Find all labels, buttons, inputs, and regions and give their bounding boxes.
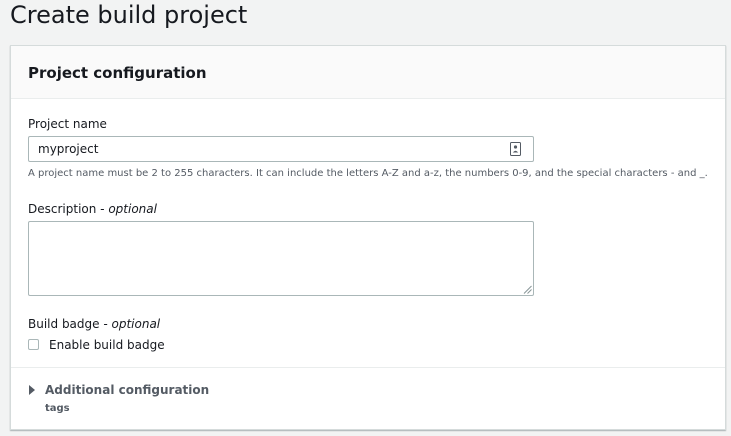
project-configuration-panel: Project configuration Project name A pro…: [10, 45, 726, 430]
description-label-text: Description: [28, 202, 97, 216]
resize-grip-icon[interactable]: [523, 285, 532, 294]
enable-build-badge-label[interactable]: Enable build badge: [49, 337, 165, 353]
contact-card-icon[interactable]: [510, 142, 521, 156]
enable-build-badge-checkbox[interactable]: [28, 339, 39, 350]
build-badge-label-text: Build badge: [28, 317, 100, 331]
build-badge-label: Build badge - optional: [28, 316, 160, 332]
project-name-label: Project name: [28, 117, 107, 131]
additional-configuration-label[interactable]: Additional configuration: [45, 382, 209, 398]
project-name-hint: A project name must be 2 to 255 characte…: [28, 168, 708, 179]
panel-title: Project configuration: [28, 64, 207, 82]
page-title: Create build project: [10, 1, 248, 29]
build-badge-optional: - optional: [103, 317, 161, 331]
additional-configuration-expander[interactable]: Additional configuration: [28, 382, 228, 400]
description-label: Description - optional: [28, 201, 157, 217]
section-divider: [11, 367, 725, 368]
additional-configuration-subtext: tags: [45, 403, 70, 414]
panel-header: Project configuration: [11, 46, 725, 99]
description-optional: - optional: [100, 202, 157, 216]
caret-right-icon[interactable]: [29, 385, 35, 395]
project-name-input[interactable]: [28, 136, 534, 162]
description-textarea[interactable]: [28, 221, 534, 296]
